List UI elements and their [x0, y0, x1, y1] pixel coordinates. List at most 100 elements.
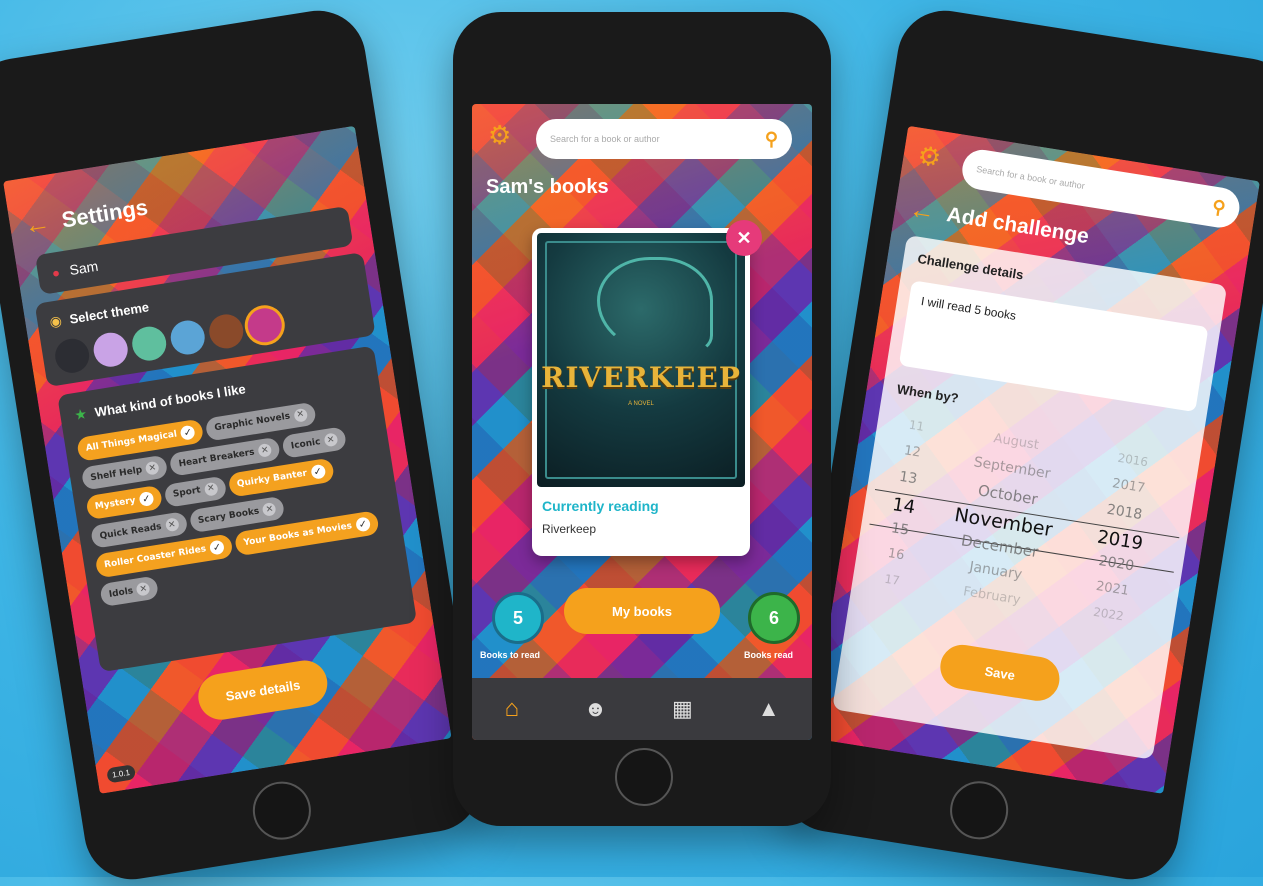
book-card[interactable]: RIVERKEEP A NOVEL Currently reading Rive… — [532, 220, 762, 556]
book-cover-subtitle: A NOVEL — [628, 401, 654, 407]
picker-option[interactable]: 13 — [882, 466, 934, 490]
phone-home: ⚙ Search for a book or author ⚲ Sam's bo… — [453, 12, 831, 826]
genre-chip-label: Scary Books — [197, 506, 260, 526]
back-arrow-icon[interactable]: ← — [22, 207, 53, 242]
home-button[interactable] — [615, 748, 673, 806]
genre-chip[interactable]: Mystery ✓ — [85, 484, 164, 521]
book-cover: RIVERKEEP A NOVEL — [537, 233, 745, 487]
genre-chip[interactable]: Shelf Help ✕ — [80, 454, 169, 491]
home-icon[interactable]: ⌂ — [504, 695, 519, 723]
theme-swatch[interactable] — [91, 330, 131, 370]
remove-icon: ✕ — [164, 517, 180, 533]
save-details-button[interactable]: Save details — [195, 657, 331, 723]
user-name: Sam — [68, 257, 100, 279]
my-books-button[interactable]: My books — [564, 588, 720, 634]
genre-chip-label: Shelf Help — [89, 464, 143, 483]
genre-chip-label: Sport — [172, 485, 202, 500]
page-title: Sam's books — [486, 176, 609, 198]
save-button[interactable]: Save — [937, 641, 1063, 704]
picker-option[interactable]: 2017 — [1088, 473, 1169, 500]
details-value: I will read 5 books — [920, 294, 1018, 323]
home-button[interactable] — [945, 777, 1013, 844]
palette-icon: ◉ — [48, 312, 63, 330]
theme-swatch[interactable] — [245, 305, 285, 345]
close-button[interactable]: ✕ — [726, 220, 762, 256]
picker-option[interactable]: 12 — [887, 441, 939, 464]
genre-chip-label: Iconic — [290, 436, 322, 452]
when-label: When by? — [895, 381, 960, 406]
genre-chip-label: Quick Reads — [98, 521, 163, 542]
search-key-icon[interactable]: ⚲ — [1211, 196, 1227, 219]
picker-option[interactable]: 11 — [891, 415, 943, 437]
genre-chips: All Things Magical ✓ Graphic Novels ✕ Shelf … — [74, 389, 398, 611]
remove-icon: ✕ — [262, 501, 277, 517]
reader-icon[interactable]: ☻ — [584, 696, 607, 722]
page-title: Settings — [59, 193, 150, 233]
books-read-count: 6 — [768, 607, 779, 628]
bottom-nav: ⌂ ☻ ▦ ▲ — [472, 678, 812, 740]
date-picker[interactable]: 11 12 13 14 15 16 17 August September October Nov… — [857, 406, 1192, 652]
phone-challenge: ⚙ Search for a book or author ⚲ ← Add ch… — [775, 3, 1263, 886]
my-books-label: My books — [612, 603, 672, 619]
book-name: Riverkeep — [542, 522, 597, 536]
page-title: Add challenge — [945, 202, 1091, 248]
genre-chip-label: Mystery — [94, 495, 137, 513]
home-screen: ⚙ Search for a book or author ⚲ Sam's bo… — [472, 104, 812, 740]
check-icon: ✓ — [354, 516, 371, 533]
remove-icon: ✕ — [293, 407, 308, 423]
check-icon: ✓ — [209, 539, 226, 556]
theme-swatch[interactable] — [168, 318, 208, 357]
books-to-read-count: 5 — [512, 607, 523, 628]
picker-option[interactable]: 2016 — [1092, 447, 1173, 473]
genre-chip[interactable]: Idols ✕ — [99, 575, 160, 608]
challenge-card: Challenge details I will read 5 books Wh… — [832, 234, 1228, 760]
search-placeholder: Search for a book or author — [975, 164, 1086, 192]
genre-chip-label: Graphic Novels — [213, 411, 291, 434]
phone-settings: ← Settings ● Sam ◉ Select theme ★ What k… — [0, 3, 488, 886]
genre-chip-label: Heart Breakers — [177, 447, 256, 469]
settings-screen: ← Settings ● Sam ◉ Select theme ★ What k… — [3, 125, 452, 794]
books-to-read-badge[interactable]: 5 — [492, 592, 544, 644]
save-details-label: Save details — [224, 676, 302, 704]
settings-gear-icon[interactable]: ⚙ — [488, 122, 511, 148]
check-icon: ✓ — [309, 463, 326, 480]
picker-option[interactable]: 16 — [870, 543, 922, 566]
check-icon: ✓ — [138, 490, 155, 507]
reading-status: Currently reading — [542, 498, 659, 514]
details-label: Challenge details — [916, 250, 1025, 283]
search-placeholder: Search for a book or author — [550, 134, 660, 144]
picker-option[interactable]: 2021 — [1072, 575, 1153, 602]
picker-option[interactable]: 17 — [866, 569, 918, 591]
star-icon: ★ — [73, 405, 89, 424]
theme-swatch[interactable] — [206, 311, 246, 351]
search-bar[interactable]: Search for a book or author ⚲ — [536, 119, 792, 159]
challenge-screen: ⚙ Search for a book or author ⚲ ← Add ch… — [811, 125, 1260, 794]
user-icon: ● — [50, 264, 61, 281]
check-icon: ✓ — [179, 424, 196, 441]
books-to-read-label: Books to read — [480, 650, 541, 660]
search-key-icon[interactable]: ⚲ — [765, 129, 778, 150]
month-wheel[interactable]: August September October November December Ja… — [918, 416, 1088, 635]
save-label: Save — [983, 663, 1017, 683]
book-cover-title: RIVERKEEP — [541, 361, 741, 394]
picker-option[interactable]: 2022 — [1068, 601, 1149, 627]
remove-icon: ✕ — [136, 581, 151, 597]
genre-chip[interactable]: Iconic ✕ — [281, 426, 347, 459]
picker-option[interactable]: 2018 — [1084, 498, 1166, 526]
mountain-flag-icon[interactable]: ▲ — [758, 696, 780, 722]
picker-option[interactable]: 15 — [874, 518, 926, 542]
back-arrow-icon[interactable]: ← — [907, 193, 937, 228]
genre-chip[interactable]: Sport ✕ — [163, 475, 228, 508]
theme-swatch[interactable] — [129, 324, 169, 364]
home-button[interactable] — [248, 777, 316, 844]
books-read-badge[interactable]: 6 — [748, 592, 800, 644]
bookshelf-icon[interactable]: ▦ — [672, 696, 693, 722]
remove-icon: ✕ — [203, 481, 219, 497]
genre-chip-label: Roller Coaster Rides — [103, 544, 207, 571]
settings-gear-icon[interactable]: ⚙ — [916, 140, 944, 173]
genre-chip-label: Your Books as Movies — [242, 521, 353, 549]
close-icon: ✕ — [736, 227, 752, 248]
picker-option[interactable]: 14 — [877, 492, 930, 521]
theme-swatch[interactable] — [52, 336, 92, 376]
books-read-label: Books read — [744, 650, 794, 660]
